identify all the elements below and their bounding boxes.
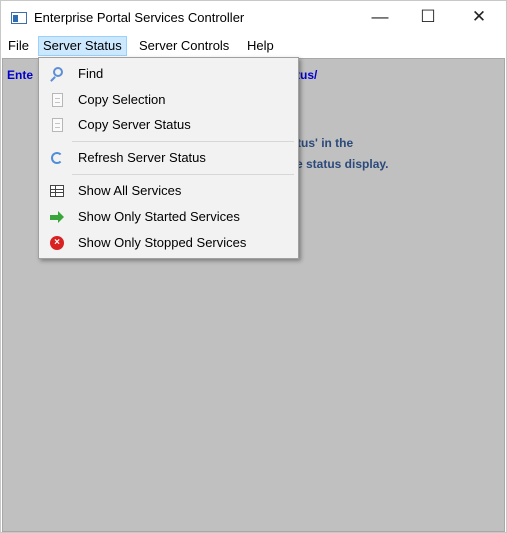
refresh-icon bbox=[49, 150, 65, 166]
menu-item-label: Show All Services bbox=[78, 183, 182, 198]
menu-separator bbox=[72, 141, 294, 142]
maximize-button[interactable]: ☐ bbox=[405, 1, 451, 35]
menu-item-show-only-started-services[interactable]: Show Only Started Services bbox=[41, 205, 296, 229]
menu-item-copy-selection[interactable]: Copy Selection bbox=[41, 88, 296, 112]
document-icon bbox=[49, 92, 65, 108]
menu-help[interactable]: Help bbox=[243, 36, 278, 56]
menu-item-label: Show Only Started Services bbox=[78, 209, 240, 224]
instruction-text-line-2: e status display. bbox=[296, 157, 389, 171]
title-bar: Enterprise Portal Services Controller — … bbox=[1, 1, 506, 35]
close-button[interactable]: ✕ bbox=[456, 1, 502, 35]
instruction-text-line-1: tus' in the bbox=[297, 136, 354, 150]
magnifier-icon bbox=[49, 66, 65, 82]
menu-server-controls[interactable]: Server Controls bbox=[135, 36, 233, 56]
menu-item-label: Copy Selection bbox=[78, 92, 166, 107]
menu-separator bbox=[72, 174, 294, 175]
menu-item-refresh-server-status[interactable]: Refresh Server Status bbox=[41, 146, 296, 170]
document-icon bbox=[49, 117, 65, 133]
menu-bar: File Server Status Server Controls Help bbox=[1, 35, 506, 57]
status-header-text-start: Ente bbox=[7, 68, 34, 82]
server-status-dropdown-menu: Find Copy Selection Copy Server Status R… bbox=[38, 57, 299, 259]
app-icon bbox=[11, 12, 27, 24]
green-arrow-icon bbox=[49, 209, 65, 225]
menu-item-show-only-stopped-services[interactable]: × Show Only Stopped Services bbox=[41, 231, 296, 255]
menu-server-status[interactable]: Server Status bbox=[38, 36, 127, 56]
window-title: Enterprise Portal Services Controller bbox=[34, 10, 245, 25]
menu-item-copy-server-status[interactable]: Copy Server Status bbox=[41, 113, 296, 137]
menu-item-show-all-services[interactable]: Show All Services bbox=[41, 179, 296, 203]
menu-item-label: Copy Server Status bbox=[78, 117, 191, 132]
menu-file[interactable]: File bbox=[4, 36, 33, 56]
red-stop-icon: × bbox=[49, 235, 65, 251]
grid-icon bbox=[49, 183, 65, 199]
menu-item-label: Refresh Server Status bbox=[78, 150, 206, 165]
menu-item-find[interactable]: Find bbox=[41, 62, 296, 86]
application-window: Enterprise Portal Services Controller — … bbox=[0, 0, 507, 533]
menu-item-label: Show Only Stopped Services bbox=[78, 235, 247, 250]
minimize-button[interactable]: — bbox=[357, 1, 403, 35]
status-header-text-end: tus/ bbox=[296, 68, 318, 82]
menu-item-label: Find bbox=[78, 66, 104, 81]
